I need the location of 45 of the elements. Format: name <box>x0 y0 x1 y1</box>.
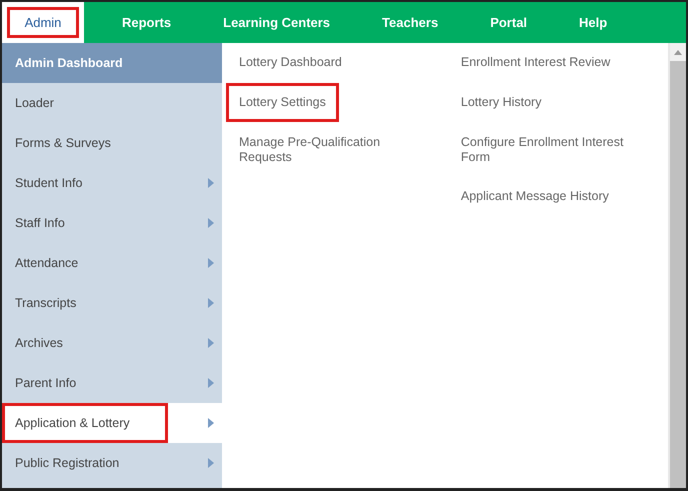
caret-icon <box>208 418 214 428</box>
sidebar-item[interactable]: Application & Lottery <box>2 403 222 443</box>
nav-tab[interactable]: Teachers <box>356 2 464 43</box>
sidebar-item[interactable]: Parent Info <box>2 363 222 403</box>
sidebar-item-label: Public Registration <box>15 456 120 470</box>
nav-tab[interactable]: Portal <box>464 2 554 43</box>
sidebar-item-label: Transcripts <box>15 296 76 310</box>
sidebar-item[interactable]: Student Info <box>2 163 222 203</box>
sidebar-item[interactable]: Public Registration <box>2 443 222 483</box>
menu-link[interactable]: Configure Enrollment Interest Form <box>448 123 668 177</box>
menu-link[interactable]: Applicant Message History <box>448 177 622 216</box>
sidebar-item-label: Admin Dashboard <box>15 56 123 70</box>
sidebar-item-label: Attendance <box>15 256 78 270</box>
sidebar-header[interactable]: Admin Dashboard <box>2 43 222 83</box>
caret-icon <box>208 258 214 268</box>
sidebar-item-label: Application & Lottery <box>15 416 130 430</box>
caret-icon <box>208 338 214 348</box>
sidebar-item[interactable]: Transcripts <box>2 283 222 323</box>
sidebar-item-label: Archives <box>15 336 63 350</box>
sidebar-item-label: Forms & Surveys <box>15 136 111 150</box>
nav-tab[interactable]: Admin <box>2 2 84 43</box>
menu-link[interactable]: Lottery Settings <box>226 83 339 122</box>
sidebar-item-label: Loader <box>15 96 54 110</box>
menu-link[interactable]: Enrollment Interest Review <box>448 43 624 82</box>
sidebar-item[interactable]: Staff Info <box>2 203 222 243</box>
sidebar-item-label: Student Info <box>15 176 82 190</box>
sidebar-item[interactable]: Forms & Surveys <box>2 123 222 163</box>
caret-icon <box>208 298 214 308</box>
sidebar-item-label: Staff Info <box>15 216 65 230</box>
caret-icon <box>208 378 214 388</box>
nav-tab[interactable]: Learning Centers <box>197 2 356 43</box>
scroll-up-icon[interactable] <box>674 50 682 54</box>
nav-tab[interactable]: Help <box>553 2 634 43</box>
sidebar-item[interactable]: Attendance <box>2 243 222 283</box>
caret-icon <box>208 218 214 228</box>
caret-icon <box>208 458 214 468</box>
menu-link[interactable]: Lottery History <box>448 83 554 122</box>
menu-link[interactable]: Lottery Dashboard <box>226 43 355 82</box>
nav-tab[interactable]: Reports <box>96 2 198 43</box>
menu-link[interactable]: Manage Pre-Qualification Requests <box>226 123 422 177</box>
sidebar-item[interactable]: Loader <box>2 83 222 123</box>
caret-icon <box>208 178 214 188</box>
sidebar-item-label: Parent Info <box>15 376 76 390</box>
sidebar-item[interactable]: Archives <box>2 323 222 363</box>
scrollbar[interactable] <box>668 43 686 488</box>
